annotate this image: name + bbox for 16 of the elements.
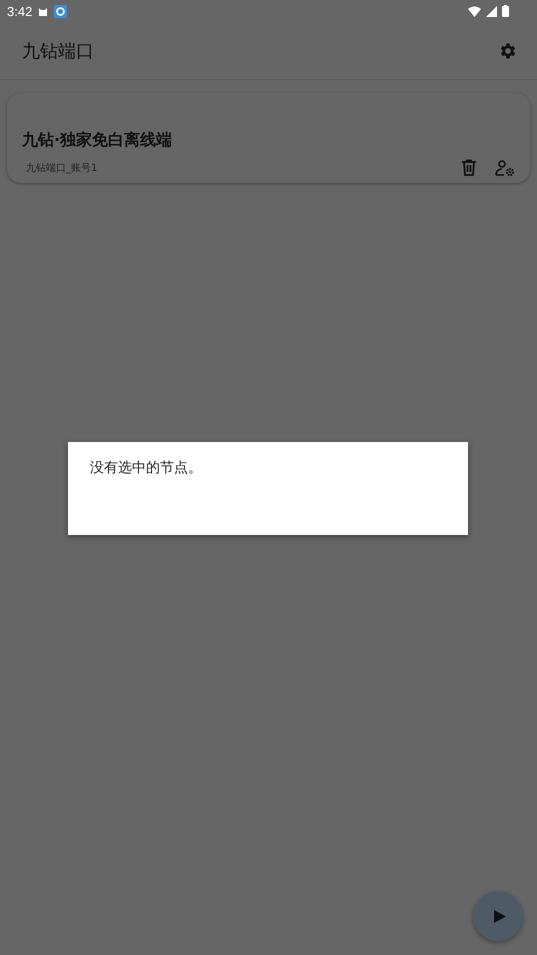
status-time: 3:42 (7, 4, 32, 18)
play-button[interactable] (473, 891, 523, 941)
delete-icon[interactable] (460, 159, 478, 177)
signal-icon (486, 6, 497, 16)
app-icon (54, 4, 68, 18)
battery-icon (502, 5, 509, 17)
play-icon (494, 910, 506, 922)
card-title: 九钻·独家免白离线端 (22, 130, 174, 151)
dialog-message: 没有选中的节点。 (90, 460, 202, 476)
card-subtitle: 九钻端口_账号1 (25, 162, 98, 175)
settings-icon[interactable] (498, 40, 518, 60)
user-gear-icon[interactable] (495, 159, 515, 177)
wifi-icon (468, 6, 481, 16)
cat-icon (37, 5, 50, 17)
account-card[interactable]: 九钻·独家免白离线端 九钻端口_账号1 (7, 93, 530, 183)
app-title: 九钻端口 (22, 40, 94, 62)
